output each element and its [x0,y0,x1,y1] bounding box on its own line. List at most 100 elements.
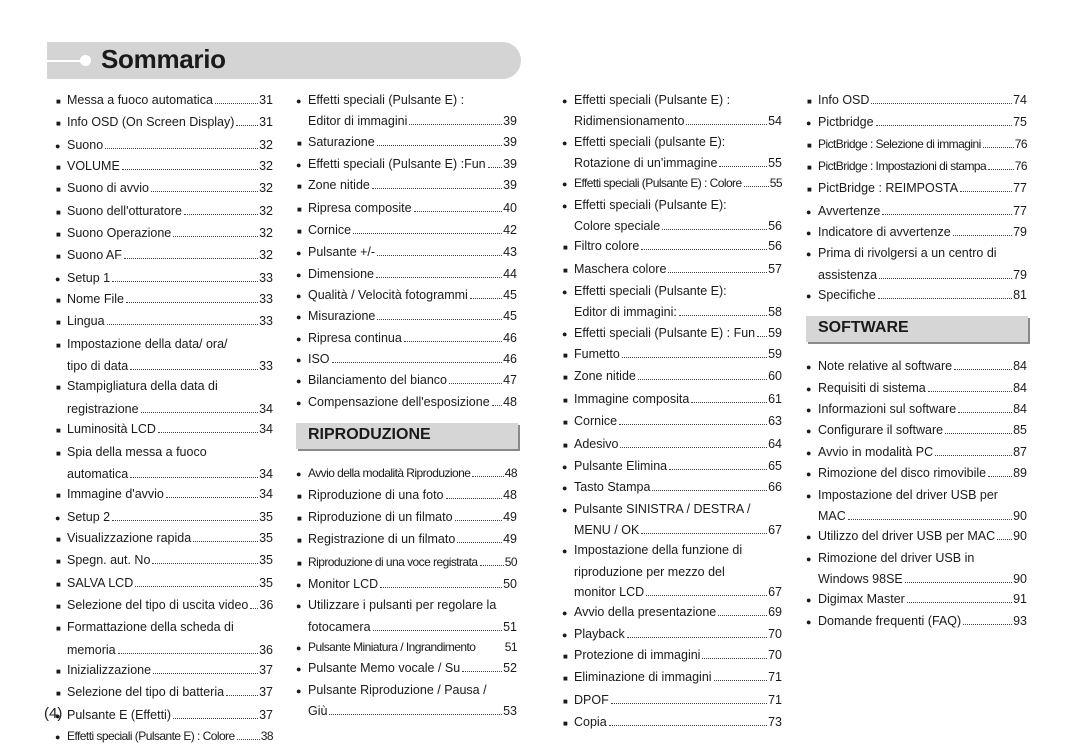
toc-entry[interactable]: ● Avvertenze 77 [806,201,1027,222]
toc-entry-line: ■ Spegn. aut. No 35 [55,550,273,572]
toc-entry[interactable]: ● Specifiche 81 [806,285,1027,306]
toc-entry[interactable]: ● Pictbridge 75 [806,112,1027,133]
toc-entry[interactable]: ■ Saturazione 39 [296,132,517,154]
toc-entry[interactable]: ■ Suono AF 32 [55,245,273,267]
toc-entry[interactable]: ● Pulsante Elimina 65 [562,456,782,477]
toc-entry[interactable]: ■ Eliminazione di immagini 71 [562,667,782,689]
toc-entry-line: MENU / OK 67 [562,520,782,540]
toc-entry[interactable]: ■ Impostazione della data/ ora/tipo di da… [55,334,273,377]
toc-entry[interactable]: ● Effetti speciali (Pulsante E) :Fun 39 [296,154,517,175]
toc-entry[interactable]: ■ Ripresa composite 40 [296,198,517,220]
toc-entry[interactable]: ● Misurazione 45 [296,306,517,327]
toc-entry[interactable]: ■ Suono Operazione 32 [55,223,273,245]
toc-entry[interactable]: ■ Suono dell'otturatore 32 [55,201,273,223]
toc-entry[interactable]: ■ Inizializzazione 37 [55,660,273,682]
toc-entry[interactable]: ■ Zone nitide 39 [296,175,517,197]
toc-entry[interactable]: ■ Selezione del tipo di batteria 37 [55,682,273,704]
toc-entry[interactable]: ■ Copia 73 [562,712,782,734]
toc-entry[interactable]: ■ Suono di avvio 32 [55,178,273,200]
toc-entry[interactable]: ● Effetti speciali (Pulsante E): Editor di… [562,281,782,323]
toc-entry[interactable]: ● Impostazione della funzione di riproduzi… [562,540,782,602]
toc-entry[interactable]: ● Utilizzare i pulsanti per regolare la fo… [296,595,517,637]
toc-page-number: 32 [259,203,273,218]
toc-entry[interactable]: ■ Messa a fuoco automatica 31 [55,90,273,112]
toc-entry[interactable]: ■ Zone nitide 60 [562,366,782,388]
toc-entry[interactable]: ● Effetti speciali (pulsante E): Rotazione… [562,132,782,174]
toc-entry[interactable]: ■ Cornice 63 [562,411,782,433]
toc-entry[interactable]: ■ VOLUME 32 [55,156,273,178]
toc-entry[interactable]: ■ Filtro colore 56 [562,236,782,258]
toc-entry[interactable]: ■ Formattazione della scheda di memoria 36 [55,617,273,660]
toc-entry[interactable]: ● Pulsante SINISTRA / DESTRA / MENU / OK 67 [562,499,782,541]
toc-entry[interactable]: ■ Selezione del tipo di uscita video 36 [55,595,273,617]
toc-entry[interactable]: ■ Maschera colore 57 [562,259,782,281]
toc-entry[interactable]: ● Effetti speciali (Pulsante E) : Editor d… [296,90,517,132]
toc-entry[interactable]: ● Configurare il software 85 [806,420,1027,441]
toc-entry[interactable]: ● Tasto Stampa 66 [562,477,782,498]
toc-entry[interactable]: ● Playback 70 [562,624,782,645]
toc-entry[interactable]: ● Dimensione 44 [296,264,517,285]
toc-entry[interactable]: ■ Cornice 42 [296,220,517,242]
toc-entry[interactable]: ● Suono 32 [55,135,273,156]
toc-entry[interactable]: ■ Lingua 33 [55,311,273,333]
toc-entry[interactable]: ● Avvio della modalità Riproduzione 48 [296,463,518,484]
toc-entry[interactable]: ● Rimozione del driver USB in Windows 98SE… [806,548,1027,590]
toc-entry[interactable]: ● Avvio della presentazione 69 [562,602,782,623]
toc-entry[interactable]: ■ Immagine d'avvio 34 [55,484,273,506]
toc-entry[interactable]: ● Informazioni sul software 84 [806,399,1027,420]
toc-entry[interactable]: ● Pulsante E (Effetti) 37 [55,705,273,726]
toc-entry[interactable]: ■ Nome File 33 [55,289,273,311]
dot-leader [377,319,503,321]
toc-entry[interactable]: ● Pulsante +/- 43 [296,242,517,263]
toc-entry[interactable]: ■ Riproduzione di una foto 48 [296,485,517,507]
toc-entry[interactable]: ■ Fumetto 59 [562,344,782,366]
toc-entry[interactable]: ● Effetti speciali (Pulsante E) : Ridimens… [562,90,782,132]
toc-entry[interactable]: ● Effetti speciali (Pulsante E) : Colore 5… [562,173,783,194]
toc-entry[interactable]: ■ Spegn. aut. No 35 [55,550,273,572]
toc-page-number: 39 [503,114,517,129]
toc-entry[interactable]: ● Effetti speciali (Pulsante E) : Fun 59 [562,323,782,344]
toc-entry[interactable]: ■ Luminosità LCD 34 [55,419,273,441]
toc-entry[interactable]: ● Monitor LCD 50 [296,574,517,595]
toc-entry[interactable]: ● ISO 46 [296,349,517,370]
toc-entry[interactable]: ● Domande frequenti (FAQ) 93 [806,611,1027,632]
toc-entry[interactable]: ● Digimax Master 91 [806,589,1027,610]
toc-entry[interactable]: ■ Protezione di immagini 70 [562,645,782,667]
toc-entry[interactable]: ● Requisiti di sistema 84 [806,378,1027,399]
toc-entry[interactable]: ■ DPOF 71 [562,690,782,712]
toc-entry[interactable]: ● Rimozione del disco rimovibile 89 [806,463,1027,484]
toc-entry[interactable]: ● Compensazione dell'esposizione 48 [296,392,517,413]
toc-entry[interactable]: ● Setup 2 35 [55,507,273,528]
toc-entry[interactable]: ● Pulsante Riproduzione / Pausa / Giù 53 [296,680,517,722]
toc-entry[interactable]: ■ Riproduzione di un filmato 49 [296,507,517,529]
toc-entry[interactable]: ● Prima di rivolgersi a un centro di assis… [806,243,1027,285]
toc-entry[interactable]: ● Effetti speciali (Pulsante E) : Colore 3… [55,726,274,747]
toc-entry[interactable]: ■ Stampigliatura della data di registrazio… [55,376,273,419]
toc-entry-title: Pictbridge [818,115,874,130]
toc-entry[interactable]: ■ Immagine composita 61 [562,389,782,411]
toc-entry[interactable]: ■ Spia della messa a fuoco automatica 34 [55,442,273,485]
toc-entry[interactable]: ■ Info OSD 74 [806,90,1027,112]
toc-entry[interactable]: ● Utilizzo del driver USB per MAC 90 [806,526,1027,547]
dot-leader [626,636,768,638]
toc-entry[interactable]: ● Impostazione del driver USB per MAC 90 [806,485,1027,527]
toc-entry[interactable]: ■ Info OSD (On Screen Display) 31 [55,112,273,134]
toc-entry[interactable]: ● Pulsante Miniatura / Ingrandimento 51 [296,637,518,658]
toc-entry[interactable]: ■ PictBridge : Selezione di immagini 76 [806,134,1028,156]
toc-entry[interactable]: ● Indicatore di avvertenze 79 [806,222,1027,243]
toc-entry[interactable]: ■ Adesivo 64 [562,434,782,456]
toc-entry[interactable]: ● Setup 1 33 [55,268,273,289]
toc-entry[interactable]: ● Bilanciamento del bianco 47 [296,370,517,391]
toc-entry[interactable]: ● Note relative al software 84 [806,356,1027,377]
toc-entry[interactable]: ● Ripresa continua 46 [296,328,517,349]
toc-entry[interactable]: ● Qualità / Velocità fotogrammi 45 [296,285,517,306]
toc-entry[interactable]: ■ Registrazione di un filmato 49 [296,529,517,551]
toc-entry[interactable]: ■ PictBridge : REIMPOSTA 77 [806,178,1027,200]
toc-entry[interactable]: ● Pulsante Memo vocale / Su 52 [296,658,517,679]
toc-entry[interactable]: ■ Visualizzazione rapida 35 [55,528,273,550]
toc-entry[interactable]: ● Avvio in modalità PC 87 [806,442,1027,463]
toc-entry[interactable]: ● Effetti speciali (Pulsante E): Colore sp… [562,195,782,237]
toc-entry[interactable]: ■ PictBridge : Impostazioni di stampa 76 [806,156,1028,178]
toc-entry[interactable]: ■ SALVA LCD 35 [55,573,273,595]
toc-entry[interactable]: ■ Riproduzione di una voce registrata 50 [296,552,518,574]
